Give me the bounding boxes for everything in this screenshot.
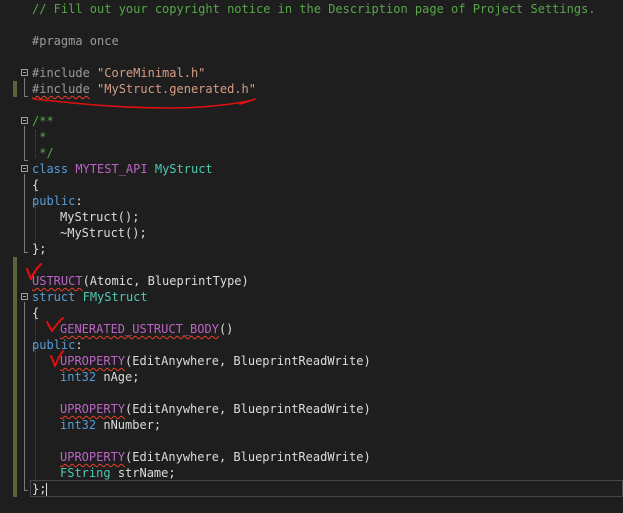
code-editor[interactable]: // Fill out your copyright notice in the… [0, 0, 623, 513]
red-underline-stroke [33, 98, 256, 109]
red-check-mark [46, 317, 64, 332]
red-check-mark [50, 350, 64, 367]
red-annotation-layer [25, 98, 256, 367]
red-check-mark [25, 262, 43, 281]
